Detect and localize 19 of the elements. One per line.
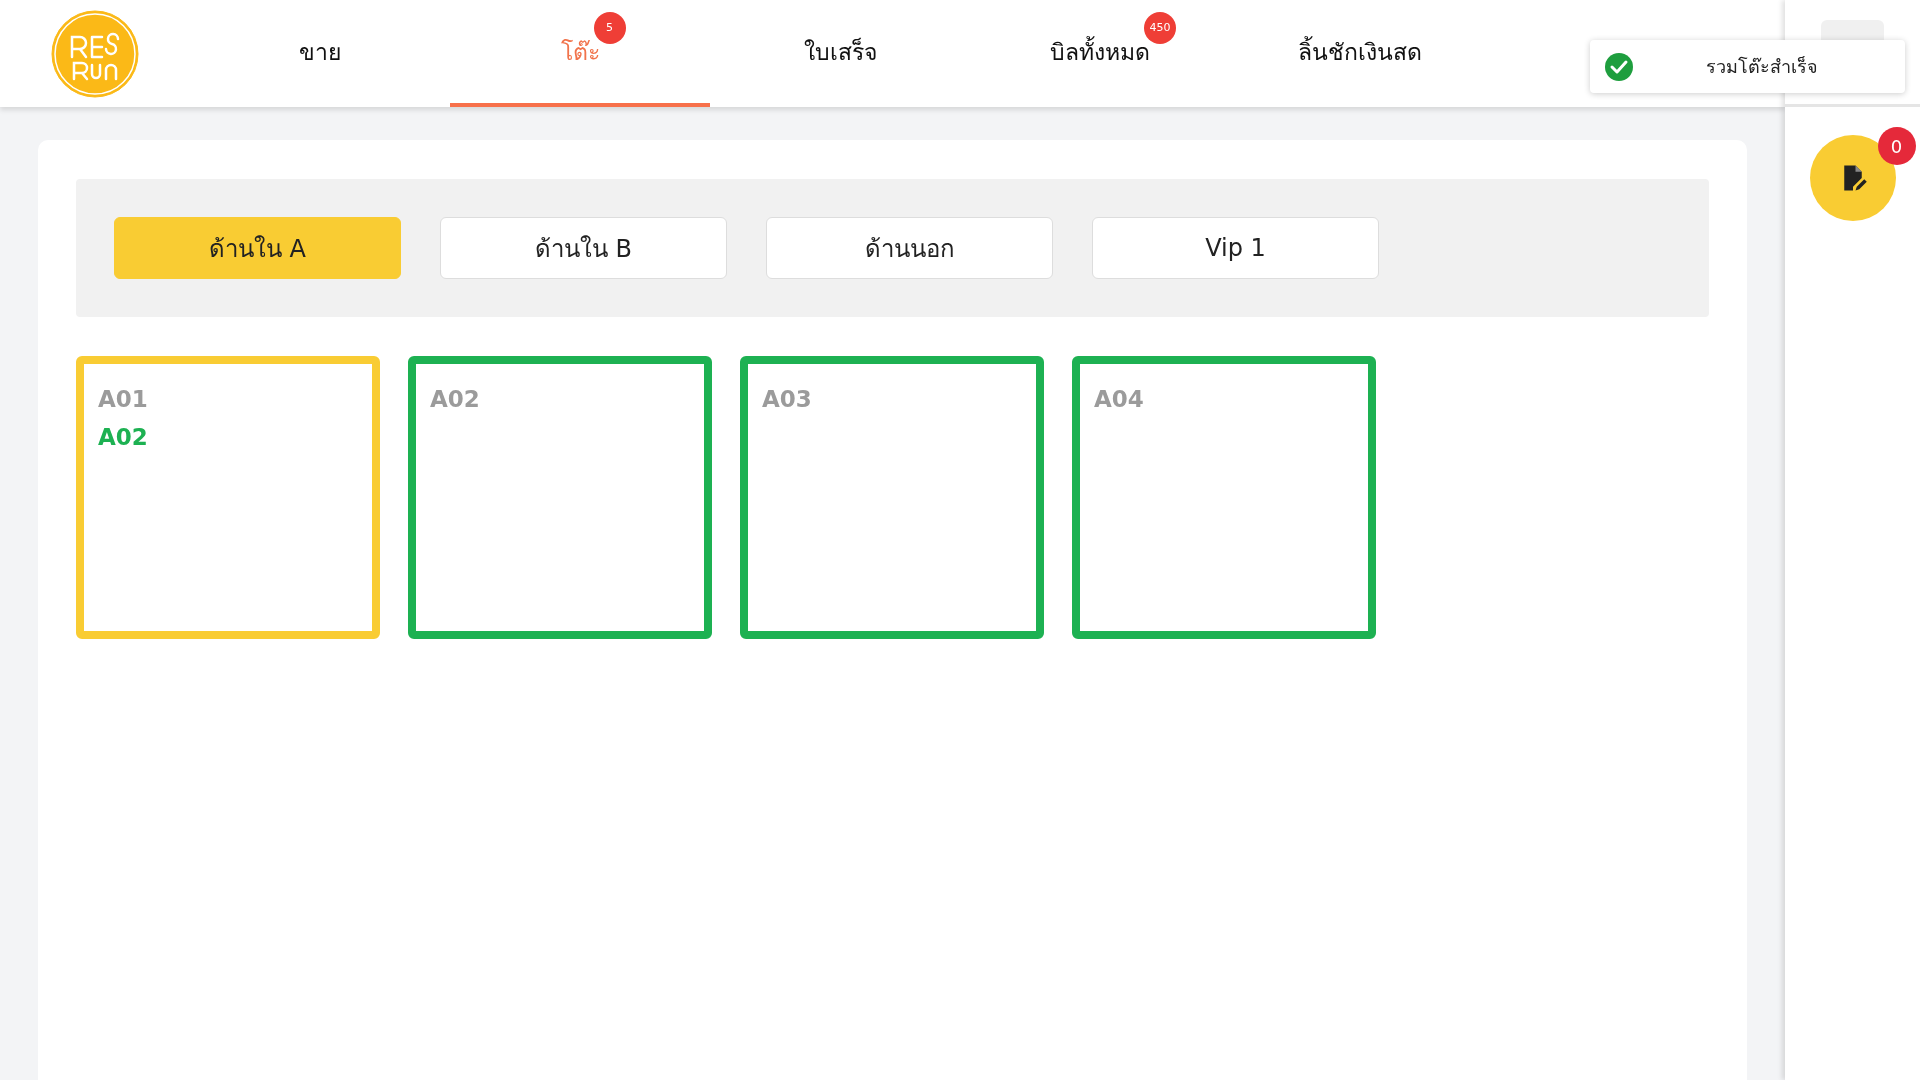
table-name: A03	[762, 386, 812, 412]
zone-tab[interactable]: ด้านใน B	[440, 217, 727, 279]
count-badge: 5	[593, 11, 626, 44]
table-name: A04	[1094, 386, 1144, 412]
nav-tab[interactable]: โต๊ะ 5	[450, 0, 710, 107]
table-name: A02	[430, 386, 480, 412]
nav-tab[interactable]: ขาย	[190, 0, 450, 107]
zone-tab[interactable]: ด้านนอก	[766, 217, 1053, 279]
nav-tab[interactable]: บิลทั้งหมด 450	[970, 0, 1230, 107]
count-badge: 0	[1877, 127, 1916, 165]
merged-table-name: A02	[98, 424, 148, 450]
table-name: A01	[98, 386, 148, 412]
toast-message: รวมโต๊ะสำเร็จ	[1704, 55, 1819, 79]
check-circle-icon	[1605, 52, 1633, 81]
zone-tab[interactable]: ด้านใน A	[114, 217, 401, 279]
zone-tab[interactable]: Vip 1	[1092, 217, 1379, 279]
count-badge: 450	[1144, 11, 1176, 44]
nav-tab[interactable]: ลิ้นชักเงินสด	[1230, 0, 1490, 107]
nav-tab[interactable]: ใบเสร็จ	[710, 0, 970, 107]
